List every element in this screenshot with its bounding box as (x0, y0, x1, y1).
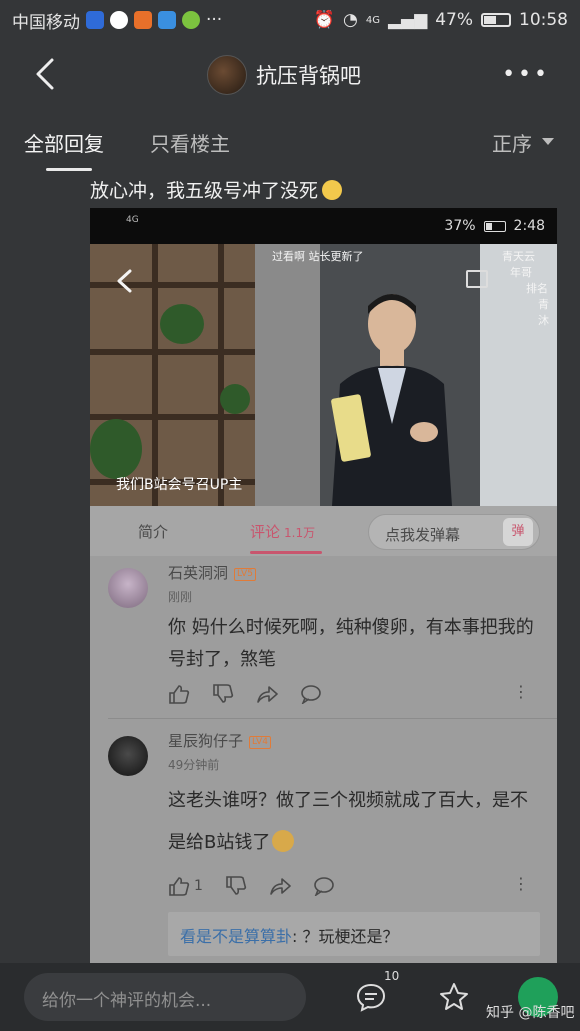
game-app-icon (182, 11, 200, 29)
video-back-icon[interactable] (114, 268, 136, 294)
shield-app-icon (86, 11, 104, 29)
signal-icon: ▂▄▆ (387, 10, 428, 30)
username-text: 星辰狗仔子 (168, 732, 244, 750)
post-text: 放心冲，我五级号冲了没死 (90, 180, 319, 202)
comment-text: 你 妈什么时候死啊，纯种傻卵，有本事把我的号封了，煞笔 (168, 617, 534, 670)
danmaku-item: 青天云 (502, 250, 535, 263)
username-text: 石英洞洞 (168, 564, 229, 582)
comment-time: 刚刚 (168, 590, 193, 604)
danmaku-item: 排名 (526, 282, 548, 295)
embedded-network-label: 4G (126, 215, 139, 225)
tab-comments-label: 评论 (250, 523, 281, 541)
wall-background (255, 244, 320, 506)
level-badge: LV4 (249, 736, 271, 749)
top-nav-bar: 抗压背锅吧 ••• (0, 40, 580, 110)
embedded-status-bar: 4G 37% 2:48 (90, 208, 557, 244)
comment-more-icon[interactable]: ⋮ (513, 682, 529, 701)
comment-text: 这老头谁呀？做了三个视频就成了百大，是不是给B站钱了 (168, 780, 538, 864)
tab-intro[interactable]: 简介 (138, 521, 168, 542)
smirk-emoji-icon (272, 830, 295, 852)
app-notification-icon (110, 11, 128, 29)
comment-username[interactable]: 石英洞洞 LV5 (168, 562, 256, 583)
thumb-up-icon[interactable] (168, 876, 190, 896)
sort-order-dropdown[interactable]: 正序 (492, 128, 532, 157)
embedded-clock: 2:48 (513, 218, 545, 234)
reply-filter-tabs: 全部回复 只看楼主 正序 (0, 112, 580, 171)
comment-count: 1.1万 (284, 526, 316, 540)
share-icon[interactable] (269, 876, 291, 896)
back-chevron-icon[interactable] (32, 56, 62, 92)
comment-more-icon[interactable]: ⋮ (513, 874, 529, 893)
embedded-battery-icon (483, 220, 506, 232)
comment-text-body: 这老头谁呀？做了三个视频就成了百大，是不是给B站钱了 (168, 790, 528, 853)
forum-title[interactable]: 抗压背锅吧 (256, 60, 361, 90)
post-content: 放心冲，我五级号冲了没死 (90, 176, 343, 203)
more-dots-icon[interactable]: ••• (502, 62, 550, 87)
comment-divider (108, 718, 557, 719)
comment-item: 石英洞洞 LV5 刚刚 你 妈什么时候死啊，纯种傻卵，有本事把我的号封了，煞笔 ⋮ (90, 556, 557, 718)
comment-icon[interactable] (355, 981, 387, 1013)
comment-item: 星辰狗仔子 LV4 49分钟前 这老头谁呀？做了三个视频就成了百大，是不是给B站钱… (90, 722, 557, 912)
clock: 10:58 (519, 10, 568, 30)
comment-count-badge: 10 (384, 969, 400, 983)
battery-icon (481, 13, 511, 27)
reply-bubble-icon[interactable] (313, 876, 335, 896)
danmaku-placeholder: 点我发弹幕 (385, 526, 461, 544)
active-tab-indicator (46, 168, 92, 171)
reply-user-link[interactable]: 看是不是算算卦 (180, 927, 292, 946)
status-right: ⏰ ◔ 4G ▂▄▆ 47% 10:58 (314, 10, 568, 30)
level-badge: LV5 (234, 568, 256, 581)
reply-bubble-icon[interactable] (300, 684, 322, 704)
comment-list: 石英洞洞 LV5 刚刚 你 妈什么时候死啊，纯种傻卵，有本事把我的号封了，煞笔 ⋮… (90, 556, 557, 963)
danmaku-input[interactable]: 点我发弹幕 弹 (368, 514, 540, 550)
wifi-icon: ◔ (343, 10, 358, 30)
star-icon[interactable] (438, 981, 470, 1013)
reply-input[interactable]: 给你一个神评的机会... (24, 973, 306, 1021)
tab-all-replies[interactable]: 全部回复 (24, 128, 104, 157)
carrier-label: 中国移动 (12, 12, 80, 33)
browser-app-icon (158, 11, 176, 29)
alarm-icon: ⏰ (313, 10, 335, 30)
embedded-battery-percent: 37% (444, 218, 476, 234)
danmaku-toggle-icon[interactable]: 弹 (503, 518, 533, 546)
video-player[interactable]: 过看啊 站长更新了 青天云 年哥 排名 青沐 我们B站会号召UP主 (90, 244, 557, 506)
watermark: 知乎 @陈香吧 (486, 1005, 575, 1021)
danmaku-item: 过看啊 站长更新了 (272, 250, 364, 263)
network-type-label: 4G (365, 14, 380, 26)
tab-comments[interactable]: 评论 1.1万 (250, 521, 315, 542)
avatar[interactable] (108, 568, 148, 608)
status-left: 中国移动 ··· (12, 8, 222, 33)
battery-percent: 47% (435, 10, 473, 30)
comment-actions: 1 (168, 876, 335, 896)
reply-text: : ？玩梗还是？ (292, 927, 399, 946)
uc-browser-icon (134, 11, 152, 29)
chevron-down-icon (542, 138, 554, 145)
share-icon[interactable] (256, 684, 278, 704)
like-group[interactable]: 1 (168, 876, 203, 896)
danmaku-item: 青沐 (538, 298, 549, 327)
reply-preview[interactable]: 看是不是算算卦: ？玩梗还是？ (168, 912, 540, 956)
comment-username[interactable]: 星辰狗仔子 LV4 (168, 730, 271, 751)
danmaku-item: 年哥 (510, 266, 532, 279)
like-count: 1 (194, 878, 203, 894)
more-notifications-icon: ··· (206, 10, 223, 30)
forum-avatar[interactable] (207, 55, 247, 95)
status-bar: 中国移动 ··· ⏰ ◔ 4G ▂▄▆ 47% 10:58 (0, 0, 580, 40)
thumb-down-icon[interactable] (212, 684, 234, 704)
post-image[interactable]: 4G 37% 2:48 过看啊 站长更新了 青天云 年哥 排名 青沐 我们B站会… (90, 208, 557, 963)
video-tabs: 简介 评论 1.1万 点我发弹幕 弹 (90, 506, 557, 556)
grin-emoji-icon (322, 180, 343, 200)
comment-actions (168, 684, 322, 704)
thumb-up-icon[interactable] (168, 684, 190, 704)
thumb-down-icon[interactable] (225, 876, 247, 896)
presenter-figure (331, 294, 452, 506)
comment-time: 49分钟前 (168, 758, 220, 772)
video-subtitle: 我们B站会号召UP主 (116, 477, 243, 493)
active-tab-indicator (250, 551, 322, 554)
tab-owner-only[interactable]: 只看楼主 (150, 128, 230, 157)
cast-screen-icon[interactable] (466, 270, 488, 288)
avatar[interactable] (108, 736, 148, 776)
